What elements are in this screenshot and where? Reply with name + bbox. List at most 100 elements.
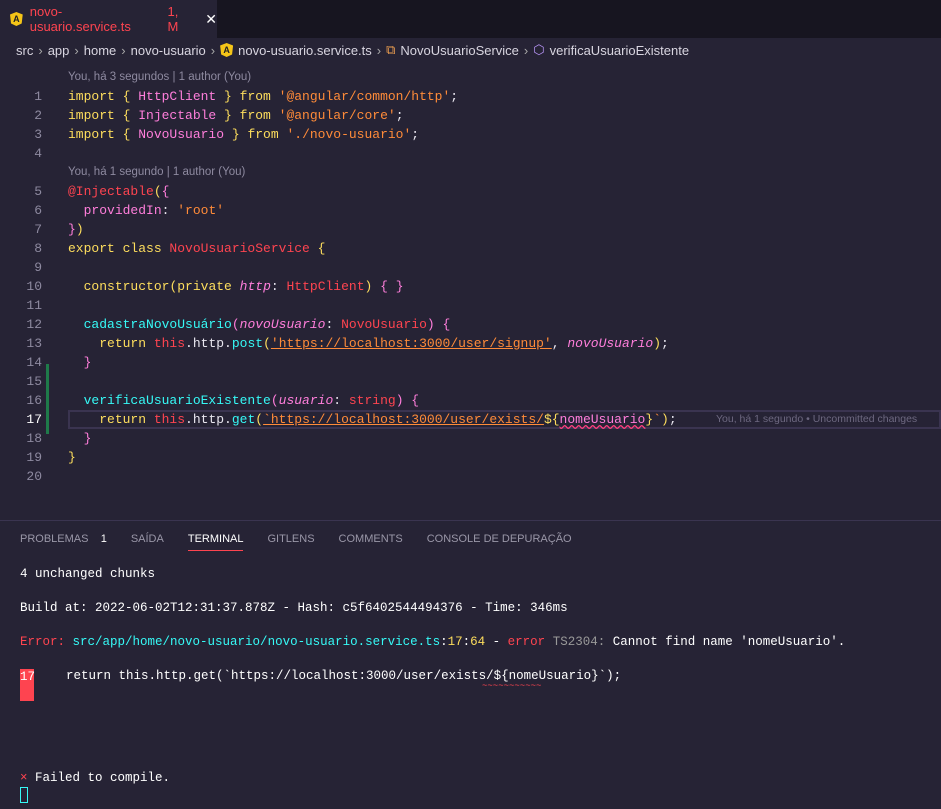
code-token: this	[153, 412, 186, 427]
code-token: }	[216, 108, 232, 123]
terminal-squiggle: ~~~~~~~~~~~	[482, 681, 542, 691]
code-token: :	[161, 203, 178, 218]
code-token: `https://localhost:3000/user/exists/	[263, 412, 544, 427]
crumb-method[interactable]: verificaUsuarioExistente	[550, 43, 689, 58]
line-number: 13	[26, 336, 42, 351]
code-token: import	[68, 89, 123, 104]
code-token: import	[68, 127, 123, 142]
code-token: return	[99, 336, 154, 351]
code-token: return	[99, 412, 154, 427]
code-text: export class NovoUsuarioService {	[68, 239, 325, 258]
codelens-blame[interactable]: You, há 1 segundo | 1 author (You)	[68, 163, 245, 182]
code-token: }	[68, 450, 76, 465]
code-line[interactable]: 3 import { NovoUsuario } from './novo-usu…	[0, 125, 941, 144]
code-line[interactable]: 7})	[0, 220, 941, 239]
tab-console-depuracao[interactable]: CONSOLE DE DEPURAÇÃO	[427, 533, 572, 551]
code-line[interactable]: 8 export class NovoUsuarioService {	[0, 239, 941, 258]
code-token: Injectable	[138, 108, 217, 123]
line-number: 7	[34, 222, 42, 237]
code-token: {	[122, 108, 139, 123]
line-number: 12	[26, 317, 42, 332]
code-line[interactable]: 2 import { Injectable } from '@angular/co…	[0, 106, 941, 125]
crumb-src[interactable]: src	[16, 43, 33, 58]
line-number: 19	[26, 450, 42, 465]
code-token: }	[68, 222, 76, 237]
code-token: {	[161, 184, 170, 199]
terminal-error-line: Error: src/app/home/novo-usuario/novo-us…	[20, 635, 846, 649]
codelens-blame[interactable]: You, há 3 segundos | 1 author (You)	[68, 68, 251, 87]
code-text: return this.http.post('https://localhost…	[68, 334, 669, 353]
angular-icon: A	[10, 12, 23, 26]
class-symbol-icon: ⧉	[386, 42, 396, 57]
x-icon: ×	[20, 771, 28, 785]
code-line[interactable]: 11	[0, 296, 941, 315]
chevron-right-icon: ›	[376, 42, 382, 58]
code-token: constructor	[83, 279, 170, 294]
breadcrumb: src › app › home › novo-usuario › A novo-usu…	[16, 42, 689, 58]
inline-blame[interactable]: You, há 1 segundo • Uncommitted changes	[716, 410, 917, 429]
code-token: 'https://localhost:3000/user/signup'	[270, 336, 552, 351]
method-cube-icon: ⬡	[533, 42, 545, 57]
code-line[interactable]: 5 @Injectable({	[0, 182, 941, 201]
editor-tab[interactable]: A novo-usuario.service.ts 1, M ✕	[0, 0, 217, 38]
code-line[interactable]: 4	[0, 144, 941, 163]
line-number: 17	[26, 412, 42, 427]
code-line[interactable]: 12 cadastraNovoUsuário(novoUsuario: Novo…	[0, 315, 941, 334]
code-token: from	[239, 127, 287, 142]
close-icon[interactable]: ✕	[205, 11, 217, 28]
code-line[interactable]: 1 import { HttpClient } from '@angular/co…	[0, 87, 941, 106]
error-line-number-badge: 17	[20, 669, 35, 701]
editor-tab-bar: A novo-usuario.service.ts 1, M ✕	[0, 0, 941, 38]
panel-tabs: PROBLEMAS 1 SAÍDA TERMINAL GITLENS COMME…	[20, 533, 572, 551]
code-text: providedIn: 'root'	[68, 201, 224, 220]
code-token: {	[403, 393, 420, 408]
code-token: NovoUsuario	[138, 127, 225, 142]
code-text: })	[68, 220, 84, 239]
code-line[interactable]: 13 return this.http.post('https://localh…	[0, 334, 941, 353]
code-token: ;	[450, 89, 459, 104]
code-line[interactable]: 14 }	[0, 353, 941, 372]
tab-gitlens[interactable]: GITLENS	[267, 533, 314, 551]
tab-comments[interactable]: COMMENTS	[339, 533, 403, 551]
chevron-right-icon: ›	[38, 42, 43, 58]
code-line[interactable]: 19}	[0, 448, 941, 467]
code-token: }	[216, 89, 232, 104]
tab-terminal[interactable]: TERMINAL	[187, 533, 244, 551]
crumb-home[interactable]: home	[84, 43, 117, 58]
code-token: .http.	[185, 336, 232, 351]
code-line[interactable]: 18 }	[0, 429, 941, 448]
code-line[interactable]: 15	[0, 372, 941, 391]
crumb-class[interactable]: NovoUsuarioService	[400, 43, 519, 58]
tab-problemas[interactable]: PROBLEMAS 1	[20, 533, 107, 551]
code-line[interactable]: 6 providedIn: 'root'	[0, 201, 941, 220]
line-number: 20	[26, 469, 42, 484]
line-number: 1	[34, 89, 42, 104]
code-token: ;	[411, 127, 420, 142]
code-line[interactable]: 10 constructor(private http: HttpClient)…	[0, 277, 941, 296]
code-token: novoUsuario	[567, 336, 654, 351]
code-line[interactable]: 20	[0, 467, 941, 486]
code-line[interactable]: 9	[0, 258, 941, 277]
code-text: @Injectable({	[68, 182, 169, 201]
tab-saida[interactable]: SAÍDA	[131, 533, 164, 551]
code-token: './novo-usuario'	[286, 127, 412, 142]
code-token: nomeUsuario	[559, 412, 646, 427]
code-token: {	[122, 89, 139, 104]
crumb-file[interactable]: novo-usuario.service.ts	[238, 43, 372, 58]
code-token: HttpClient	[286, 279, 365, 294]
terminal-fail-line: × Failed to compile.	[20, 771, 171, 785]
code-token: verificaUsuarioExistente	[83, 393, 271, 408]
crumb-folder[interactable]: novo-usuario	[131, 43, 206, 58]
code-line[interactable]: 17 return this.http.get(`https://localho…	[0, 410, 941, 429]
tab-status: 1, M	[167, 4, 179, 34]
crumb-app[interactable]: app	[48, 43, 70, 58]
code-line[interactable]: 16 verificaUsuarioExistente(usuario: str…	[0, 391, 941, 410]
code-token: )	[653, 336, 661, 351]
code-token: http	[239, 279, 271, 294]
terminal-cursor[interactable]	[20, 787, 28, 803]
